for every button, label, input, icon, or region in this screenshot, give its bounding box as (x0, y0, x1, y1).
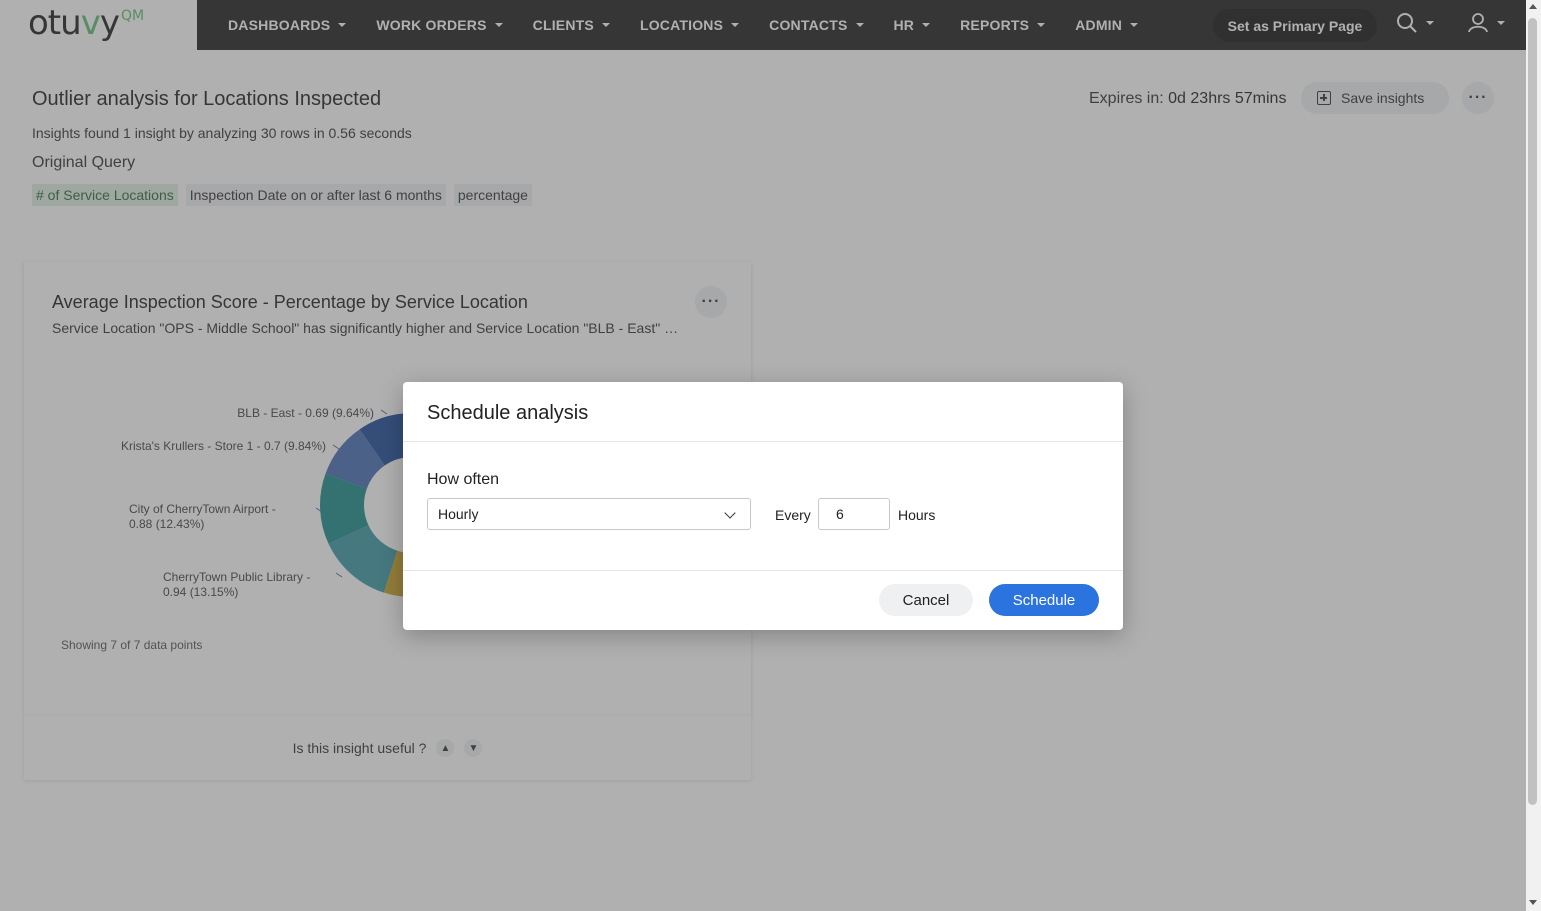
frequency-select[interactable]: Hourly (427, 498, 751, 530)
scroll-up-arrow-icon[interactable] (1529, 4, 1537, 9)
hours-label: Hours (898, 507, 936, 523)
divider (403, 441, 1123, 442)
chevron-down-icon (724, 507, 736, 519)
page-scrollbar[interactable] (1526, 0, 1541, 911)
how-often-label: How often (427, 471, 500, 488)
schedule-analysis-dialog: Schedule analysis How often Hourly Every… (403, 382, 1123, 630)
divider (403, 570, 1123, 571)
scroll-down-arrow-icon[interactable] (1529, 900, 1537, 905)
interval-input[interactable] (818, 498, 890, 530)
schedule-button[interactable]: Schedule (989, 584, 1099, 616)
every-label: Every (775, 507, 811, 523)
dialog-title: Schedule analysis (427, 402, 589, 424)
cancel-button[interactable]: Cancel (879, 584, 973, 616)
scrollbar-thumb[interactable] (1528, 18, 1537, 805)
